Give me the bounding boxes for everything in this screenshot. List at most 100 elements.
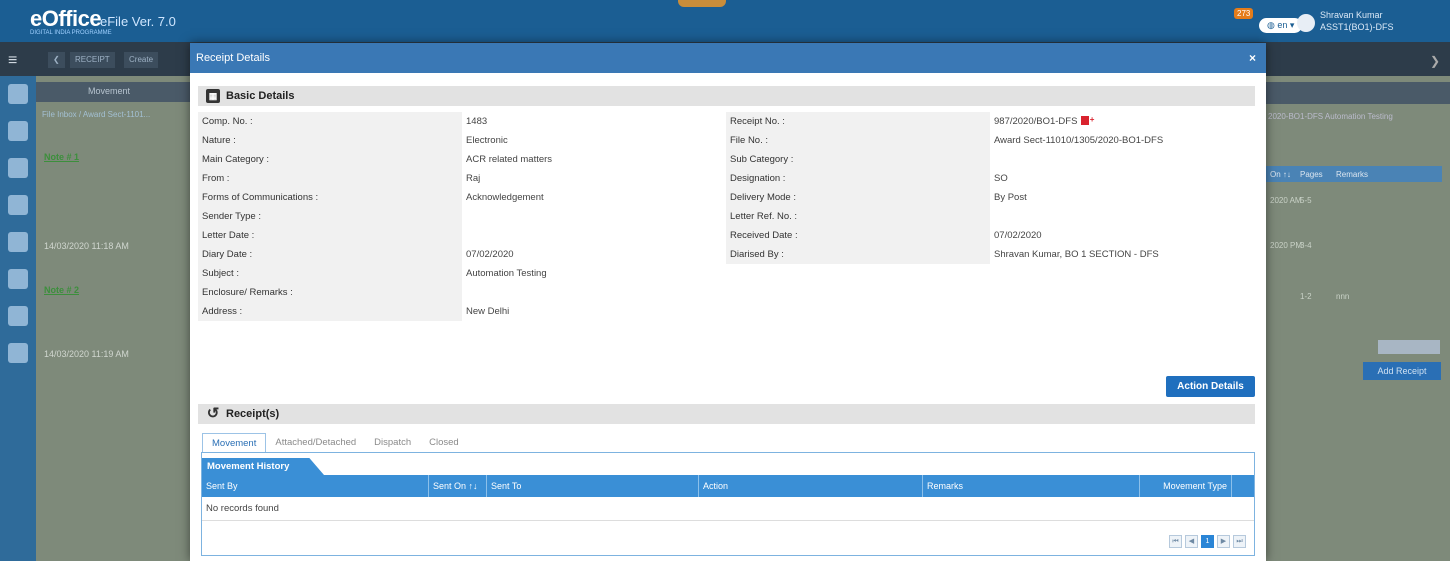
top-header: eOffice DIGITAL INDIA PROGRAMME eFile Ve… [0,0,1450,42]
language-selector[interactable]: ◍ en ▾ [1259,18,1303,33]
detail-value: Award Sect-11010/1305/2020-BO1-DFS [990,131,1254,150]
user-name: Shravan Kumar [1320,10,1383,20]
bg-note-2[interactable]: Note # 2 [44,285,79,295]
prev-page-icon[interactable]: ◀ [1185,535,1198,548]
bg-file-link[interactable]: File Inbox / Award Sect-1101... [42,110,150,119]
nav-dashboard-icon[interactable] [8,84,28,104]
detail-value: By Post [990,188,1254,207]
detail-label: Delivery Mode : [726,188,990,207]
receipt-tabs: Movement Attached/Detached Dispatch Clos… [202,433,468,453]
detail-label: Sub Category : [726,150,990,169]
col-sent-to[interactable]: Sent To [487,475,699,497]
bg-add-receipt-button[interactable]: Add Receipt [1363,362,1441,380]
bg-pager [1378,340,1440,354]
bg-note-1[interactable]: Note # 1 [44,152,79,162]
tab-closed[interactable]: Closed [420,433,468,453]
detail-label: Receipt No. : [726,112,990,131]
tab-movement[interactable]: Movement [202,433,267,453]
user-info[interactable]: Shravan Kumar ASST1(BO1)-DFS [1320,9,1394,33]
col-sent-on[interactable]: Sent On ↑↓ [429,475,487,497]
bg-movement-label: Movement [88,86,131,96]
breadcrumb-create[interactable]: Create [124,52,159,68]
basic-details-header: ▦ Basic Details [198,86,1255,106]
receipt-no-cell: 987/2020/BO1-DFS [990,112,1254,131]
pdf-icon[interactable] [1081,112,1094,129]
detail-row: Diary Date : 07/02/2020 Diarised By : Sh… [198,245,1255,264]
detail-value: 07/02/2020 [990,226,1254,245]
breadcrumb-receipt[interactable]: RECEIPT [70,52,115,68]
tab-attached-detached[interactable]: Attached/Detached [266,433,365,453]
detail-label: Nature : [198,131,462,150]
user-role: ASST1(BO1)-DFS [1320,22,1394,32]
nav-receipts-icon[interactable] [8,158,28,178]
modal-header: Receipt Details [190,43,1266,73]
receipts-header: ↺ Receipt(s) [198,404,1255,424]
tab-dispatch[interactable]: Dispatch [365,433,420,453]
menu-icon[interactable]: ≡ [8,52,17,70]
detail-label [726,283,990,302]
detail-label: Subject : [198,264,462,283]
detail-row: Enclosure/ Remarks : [198,283,1255,302]
col-sent-by[interactable]: Sent By [202,475,429,497]
globe-icon: ◍ [1267,20,1278,30]
detail-value: 07/02/2020 [462,245,726,264]
nav-search-icon[interactable] [8,269,28,289]
last-page-icon[interactable]: ⏭ [1233,535,1246,548]
detail-value: ACR related matters [462,150,726,169]
detail-label: Diarised By : [726,245,990,264]
nav-files-icon[interactable] [8,121,28,141]
notification-badge[interactable]: 273 [1234,8,1254,19]
first-page-icon[interactable]: ⏮ [1169,535,1182,548]
detail-value: SO [990,169,1254,188]
avatar[interactable] [1297,14,1315,32]
page-number[interactable]: 1 [1201,535,1214,548]
detail-label [726,302,990,321]
detail-value [990,207,1254,226]
basic-details-title: Basic Details [226,90,295,102]
detail-row: Nature : Electronic File No. : Award Sec… [198,131,1255,150]
detail-label [726,264,990,283]
movement-history-panel: Movement History Sent By Sent On ↑↓ Sent… [201,452,1255,556]
close-icon[interactable]: × [1249,51,1256,65]
detail-label: Forms of Communications : [198,188,462,207]
detail-value: New Delhi [462,302,726,321]
table-header-row: Sent By Sent On ↑↓ Sent To Action Remark… [202,475,1254,497]
action-details-button[interactable]: Action Details [1166,376,1255,397]
detail-label: Sender Type : [198,207,462,226]
detail-label: Address : [198,302,462,321]
bg-col-pages: Pages [1300,170,1323,179]
pagination: ⏮ ◀ 1 ▶ ⏭ [1169,535,1246,548]
nav-settings-icon[interactable] [8,306,28,326]
col-movement-type[interactable]: Movement Type [1140,475,1232,497]
detail-row: Sender Type : Letter Ref. No. : [198,207,1255,226]
detail-row: Address : New Delhi [198,302,1255,321]
building-icon: ▦ [206,89,220,103]
detail-value: Shravan Kumar, BO 1 SECTION - DFS [990,245,1254,264]
detail-value: Electronic [462,131,726,150]
nav-reports-icon[interactable] [8,232,28,252]
detail-value [990,283,1254,302]
detail-value [990,302,1254,321]
detail-value [990,150,1254,169]
col-remarks[interactable]: Remarks [923,475,1140,497]
modal-title: Receipt Details [196,52,270,64]
chevron-down-icon: ▾ [1287,20,1295,30]
detail-label: Comp. No. : [198,112,462,131]
detail-value [990,264,1254,283]
app-version: eFile Ver. 7.0 [100,14,176,29]
detail-value: Automation Testing [462,264,726,283]
detail-label: Main Category : [198,150,462,169]
nav-dispatch-icon[interactable] [8,195,28,215]
nav-user-icon[interactable] [8,343,28,363]
detail-row: Subject : Automation Testing [198,264,1255,283]
detail-label: Received Date : [726,226,990,245]
bg-right-toolbar [1266,82,1450,104]
detail-row: Letter Date : Received Date : 07/02/2020 [198,226,1255,245]
detail-value: 987/2020/BO1-DFS [994,116,1078,127]
detail-label: Enclosure/ Remarks : [198,283,462,302]
next-page-icon[interactable]: ▶ [1217,535,1230,548]
back-chevron-icon[interactable]: ❮ [48,52,65,68]
detail-label: Diary Date : [198,245,462,264]
col-action[interactable]: Action [699,475,923,497]
forward-chevron-icon[interactable]: ❯ [1430,54,1440,68]
